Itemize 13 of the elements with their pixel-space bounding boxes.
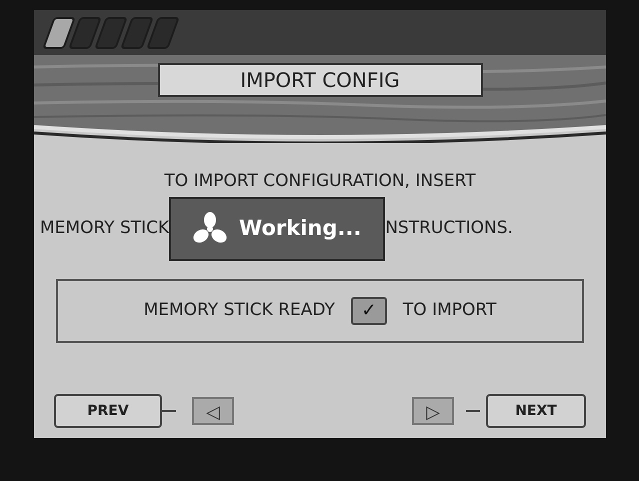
option-suffix: TO IMPORT [402, 298, 496, 322]
instruction-line: TO IMPORT CONFIGURATION, INSERT [163, 170, 477, 193]
right-arrow-button[interactable]: ▷ [412, 397, 454, 425]
prev-button[interactable]: PREV [54, 394, 162, 428]
next-button[interactable]: NEXT [486, 394, 586, 428]
fan-icon [193, 212, 228, 246]
ready-checkbox[interactable]: ✓ [350, 296, 387, 324]
working-text: Working... [239, 214, 362, 242]
instruction-line: NSTRUCTIONS. [385, 216, 513, 240]
instruction-line: MEMORY STICK [40, 216, 170, 240]
screen-title: IMPORT CONFIG [158, 63, 482, 97]
option-label: MEMORY STICK READY [144, 298, 335, 322]
left-arrow-button[interactable]: ◁ [192, 397, 234, 425]
